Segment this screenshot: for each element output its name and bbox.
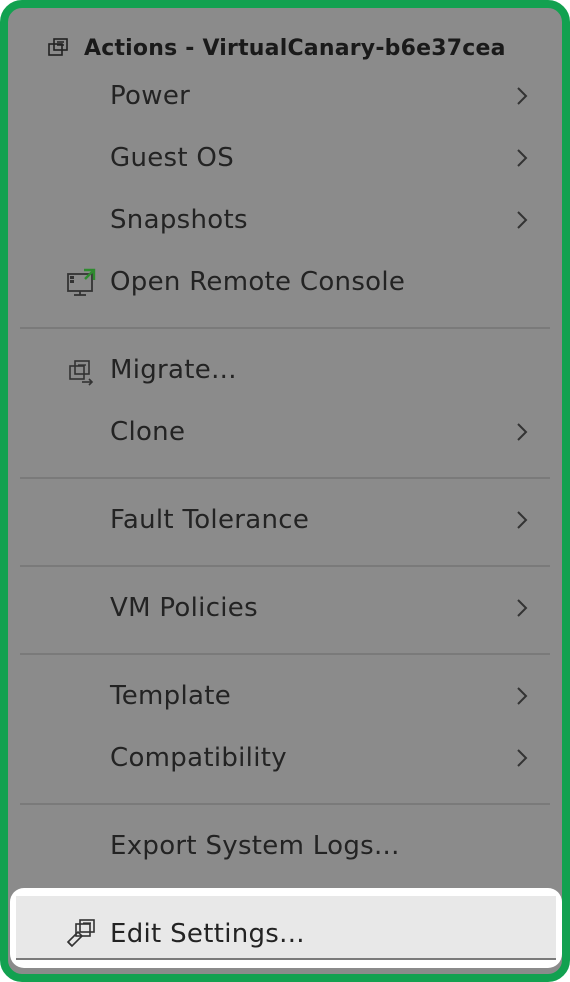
menu-divider (20, 327, 550, 329)
chevron-right-icon (517, 511, 528, 529)
menu-item-power[interactable]: Power (10, 66, 562, 126)
menu-divider (20, 653, 550, 655)
vm-icon (46, 35, 72, 61)
menu-divider (20, 477, 550, 479)
menu-item-label: Edit Settings... (110, 919, 305, 949)
chevron-right-icon (517, 749, 528, 767)
chevron-right-icon (517, 211, 528, 229)
menu-item-open-remote-console[interactable]: Open Remote Console (10, 252, 562, 312)
menu-item-vm-policies[interactable]: VM Policies (10, 578, 562, 638)
menu-item-fault-tolerance[interactable]: Fault Tolerance (10, 490, 562, 550)
menu-divider (20, 803, 550, 805)
menu-item-label: VM Policies (110, 593, 258, 623)
menu-item-label: Open Remote Console (110, 267, 406, 297)
chevron-right-icon (517, 687, 528, 705)
menu-divider (20, 565, 550, 567)
remote-console-icon (64, 266, 98, 300)
menu-item-template[interactable]: Template (10, 666, 562, 726)
chevron-right-icon (517, 599, 528, 617)
chevron-right-icon (517, 423, 528, 441)
migrate-icon (64, 354, 98, 388)
edit-settings-icon (64, 916, 98, 950)
menu-item-migrate[interactable]: Migrate... (10, 340, 562, 400)
menu-item-guest-os[interactable]: Guest OS (10, 128, 562, 188)
menu-item-compatibility[interactable]: Compatibility (10, 728, 562, 788)
menu-item-label: Export System Logs... (110, 831, 400, 861)
menu-item-snapshots[interactable]: Snapshots (10, 190, 562, 250)
highlight-frame: Actions - VirtualCanary-b6e37cea Power G… (0, 0, 570, 982)
menu-item-label: Clone (110, 417, 186, 447)
menu-item-edit-settings[interactable]: Edit Settings... (10, 904, 562, 964)
menu-item-label: Guest OS (110, 143, 234, 173)
menu-header: Actions - VirtualCanary-b6e37cea (46, 30, 506, 66)
menu-item-label: Snapshots (110, 205, 248, 235)
menu-item-clone[interactable]: Clone (10, 402, 562, 462)
menu-item-label: Power (110, 81, 191, 111)
menu-item-export-system-logs[interactable]: Export System Logs... (10, 816, 562, 876)
menu-item-label: Fault Tolerance (110, 505, 310, 535)
chevron-right-icon (517, 149, 528, 167)
menu-item-label: Template (110, 681, 232, 711)
menu-item-label: Compatibility (110, 743, 287, 773)
menu-title: Actions - VirtualCanary-b6e37cea (84, 35, 506, 61)
menu-item-label: Migrate... (110, 355, 237, 385)
chevron-right-icon (517, 87, 528, 105)
actions-context-menu: Actions - VirtualCanary-b6e37cea Power G… (10, 8, 562, 974)
